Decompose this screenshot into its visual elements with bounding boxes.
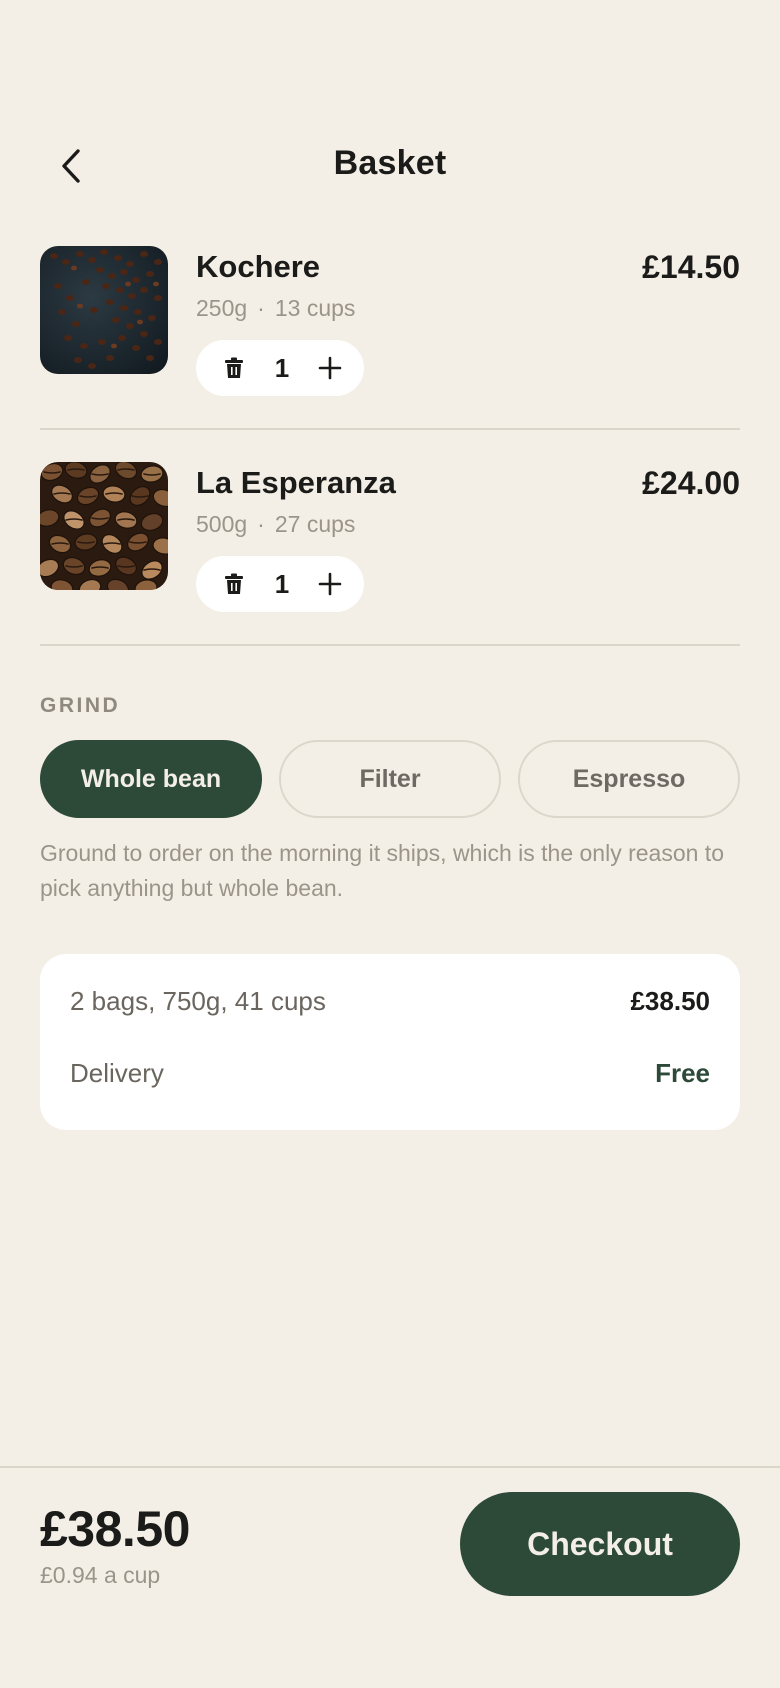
item-name: La Esperanza [196,465,396,500]
basket-screen: Basket Kochere 250g · 13 cups £14.50 1 L… [0,0,780,1688]
item-weight: 250g [196,295,248,321]
summary-items-price: £38.50 [630,986,710,1016]
trash-icon [225,357,243,378]
la-esperanza-beans-image [40,462,168,590]
increase-button[interactable] [316,570,344,598]
grind-option-espresso[interactable]: Espresso [518,740,740,818]
divider [40,428,740,430]
item-meta: 250g · 13 cups [196,295,355,322]
item-price: £14.50 [642,249,740,285]
divider [40,644,740,646]
delivery-label: Delivery [70,1058,164,1088]
header: Basket [0,130,780,202]
increase-button[interactable] [316,354,344,382]
grind-options: Whole bean Filter Espresso [40,740,740,818]
plus-icon [318,356,342,380]
separator-dot: · [257,295,265,321]
grind-option-filter[interactable]: Filter [279,740,501,818]
order-total: £38.50 [40,1501,190,1557]
item-cups: 13 cups [274,295,356,321]
grind-section-label: GRIND [40,694,121,717]
quantity-value: 1 [274,568,290,599]
page-title: Basket [333,144,447,182]
trash-icon [225,573,243,594]
item-cups: 27 cups [274,511,356,537]
item-price: £24.00 [642,465,740,501]
delivery-price: Free [655,1058,710,1088]
item-meta: 500g · 27 cups [196,511,355,538]
checkout-button[interactable]: Checkout [460,1492,740,1596]
delete-button[interactable] [220,354,248,382]
product-image [40,246,168,374]
delete-button[interactable] [220,570,248,598]
product-image [40,462,168,590]
plus-icon [318,572,342,596]
summary-items-row: 2 bags, 750g, 41 cups £38.50 [70,986,710,1026]
footer-divider [0,1466,780,1468]
kochere-beans-image [40,246,168,374]
quantity-stepper: 1 [196,340,364,396]
quantity-value: 1 [274,352,290,383]
separator-dot: · [257,511,265,537]
summary-items-label: 2 bags, 750g, 41 cups [70,986,326,1016]
item-weight: 500g [196,511,248,537]
item-name: Kochere [196,249,321,284]
summary-delivery-row: Delivery Free [70,1058,710,1098]
quantity-stepper: 1 [196,556,364,612]
grind-note: Ground to order on the morning it ships,… [40,840,724,901]
price-per-cup: £0.94 a cup [40,1562,161,1588]
grind-option-whole-bean[interactable]: Whole bean [40,740,262,818]
order-summary-card: 2 bags, 750g, 41 cups £38.50 Delivery Fr… [40,954,740,1130]
